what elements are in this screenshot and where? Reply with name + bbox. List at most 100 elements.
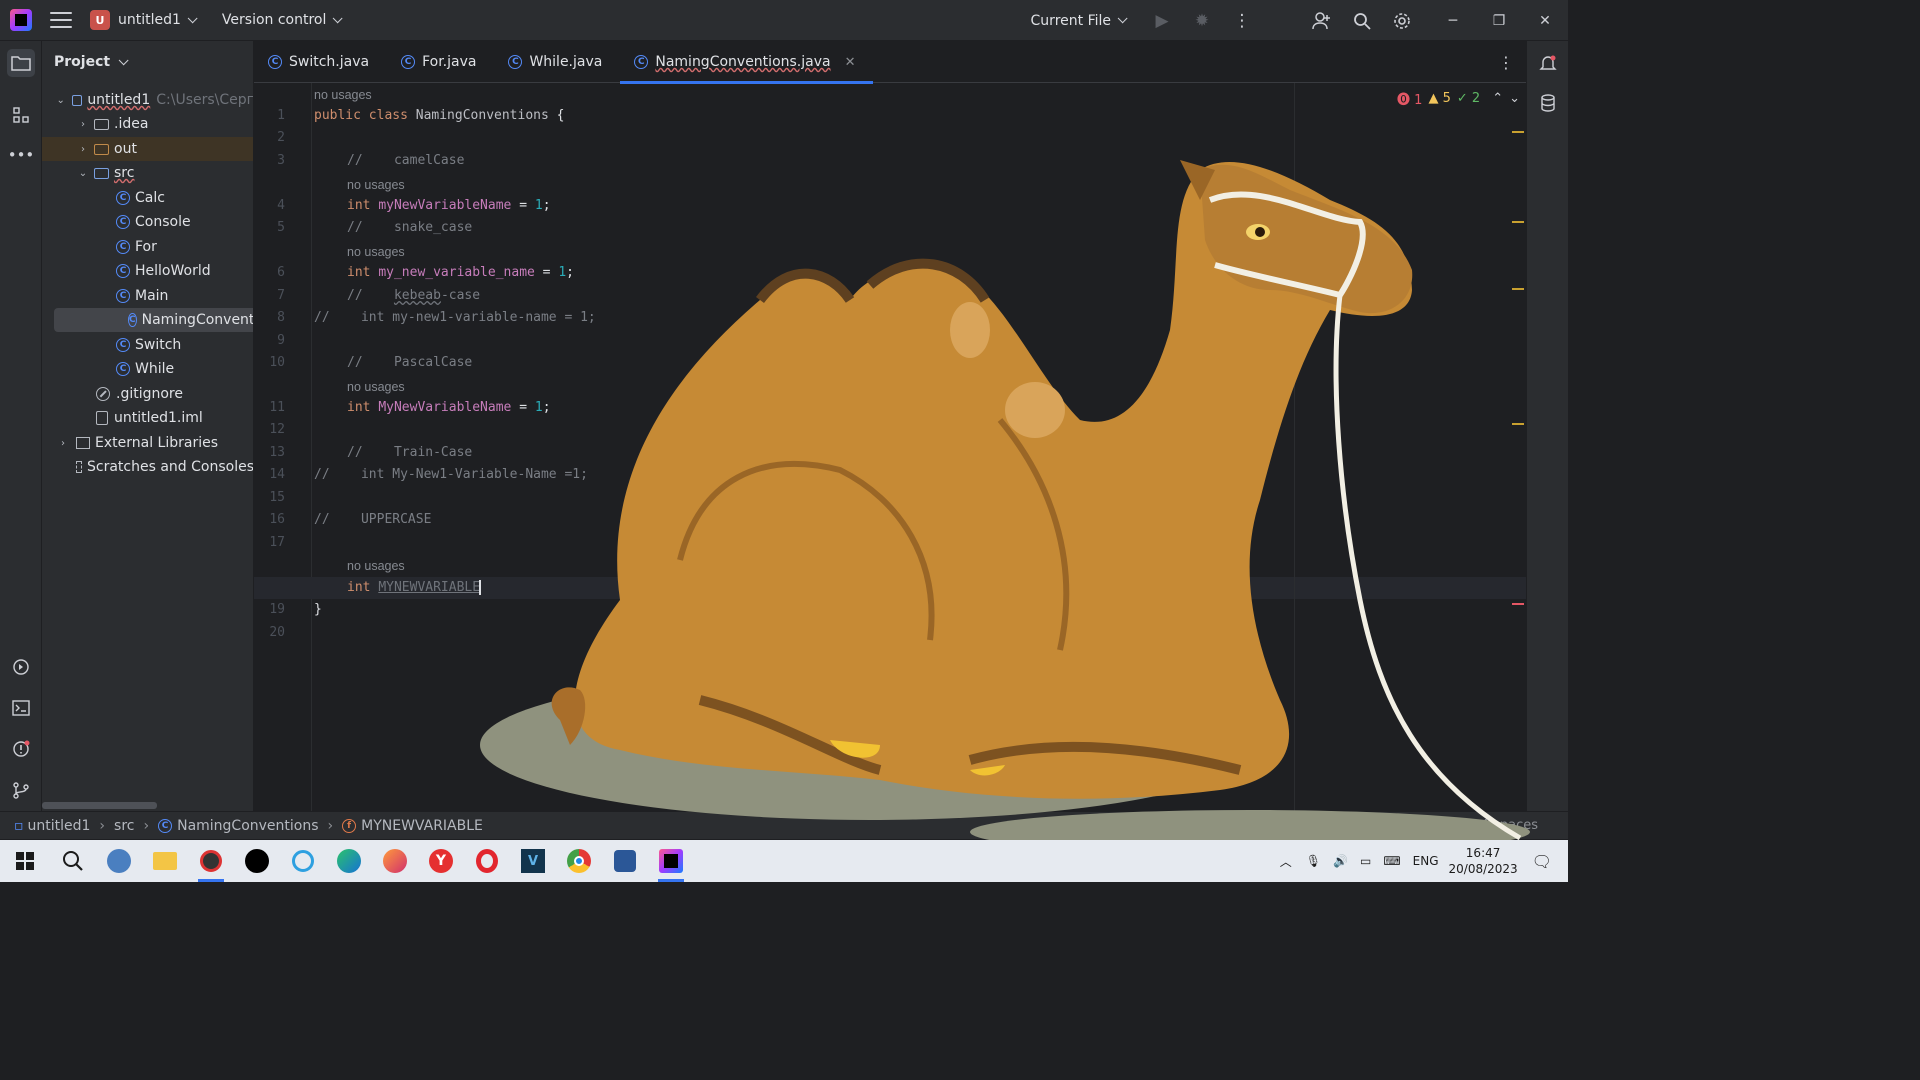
usage-hint[interactable]: no usages [314, 88, 372, 102]
project-panel-header[interactable]: Project [42, 41, 253, 83]
breadcrumb-field[interactable]: MYNEWVARIABLE [361, 818, 483, 834]
warning-count[interactable]: ▲ 5 [1428, 91, 1450, 106]
git-icon[interactable] [7, 776, 35, 804]
vim-icon[interactable]: V [510, 840, 556, 882]
project-folder-icon[interactable] [7, 49, 35, 77]
restore-icon[interactable]: ❐ [1476, 0, 1522, 41]
microphone-icon[interactable]: 🎙 [1306, 854, 1321, 868]
tree-item-while[interactable]: C While [42, 357, 253, 381]
intellij-taskbar-icon[interactable] [648, 840, 694, 882]
word-icon[interactable] [602, 840, 648, 882]
taskbar-app-icon[interactable] [96, 840, 142, 882]
tab-namingconventions[interactable]: C NamingConventions.java ✕ [620, 41, 874, 84]
tab-for[interactable]: C For.java [387, 41, 494, 83]
error-marker[interactable] [1512, 603, 1524, 605]
notifications-bell-icon[interactable] [1534, 49, 1562, 77]
language-indicator[interactable]: ENG [1413, 854, 1439, 868]
warning-marker[interactable] [1512, 423, 1524, 425]
tree-item-root[interactable]: ⌄ untitled1 C:\Users\Серг [42, 88, 253, 112]
windows-start-icon[interactable] [0, 840, 50, 882]
close-icon[interactable]: ✕ [1522, 0, 1568, 41]
main-menu-button[interactable] [50, 12, 72, 28]
tree-item-src[interactable]: ⌄ src [42, 161, 253, 185]
tree-item-for[interactable]: C For [42, 235, 253, 259]
tree-item-idea[interactable]: › .idea [42, 112, 253, 136]
debug-icon[interactable]: ✹ [1182, 0, 1222, 41]
tray-expand-icon[interactable]: ︿ [1280, 853, 1292, 870]
file-encoding[interactable]: UTF-8 [1427, 818, 1465, 833]
taskbar-recorder-icon[interactable] [188, 840, 234, 882]
firefox-icon[interactable] [372, 840, 418, 882]
keyboard-icon[interactable]: ⌨ [1383, 854, 1400, 868]
tabs-more-icon[interactable]: ⋮ [1498, 53, 1514, 72]
usage-hint[interactable]: no usages [347, 178, 405, 192]
warning-marker[interactable] [1512, 288, 1524, 290]
tree-item-gitignore[interactable]: .gitignore [42, 382, 253, 406]
terminal-icon[interactable] [7, 694, 35, 722]
line-separator[interactable]: CRLF [1378, 818, 1411, 833]
tree-item-switch[interactable]: C Switch [42, 333, 253, 357]
file-explorer-icon[interactable] [142, 840, 188, 882]
project-badge[interactable]: U [90, 10, 110, 30]
prev-highlight-icon[interactable]: ⌃ [1492, 91, 1503, 106]
tree-item-iml[interactable]: untitled1.iml [42, 406, 253, 430]
chevron-right-icon[interactable]: › [76, 117, 90, 131]
inspection-widget[interactable]: ⓿ 1 ▲ 5 ✓ 2 ⌃ ⌄ [1397, 89, 1520, 108]
horizontal-scrollbar[interactable] [42, 802, 157, 809]
chrome-icon[interactable] [556, 840, 602, 882]
problems-icon[interactable] [7, 735, 35, 763]
more-tools-icon[interactable]: ••• [7, 141, 35, 169]
battery-icon[interactable]: ▭ [1360, 854, 1371, 868]
tree-item-external-libraries[interactable]: › External Libraries [42, 431, 253, 455]
tree-item-console[interactable]: C Console [42, 210, 253, 234]
usage-hint[interactable]: no usages [347, 380, 405, 394]
weak-warning-count[interactable]: ✓ 2 [1457, 91, 1480, 106]
error-count[interactable]: ⓿ 1 [1397, 89, 1422, 108]
volume-icon[interactable]: 🔊 [1333, 854, 1348, 868]
warning-marker[interactable] [1512, 131, 1524, 133]
run-config-selector[interactable]: Current File [1023, 0, 1128, 41]
minimize-icon[interactable]: ─ [1430, 0, 1476, 41]
error-stripe[interactable] [1510, 83, 1526, 811]
project-selector[interactable]: untitled1 [110, 0, 198, 40]
tiktok-icon[interactable] [234, 840, 280, 882]
tree-item-helloworld[interactable]: C HelloWorld [42, 259, 253, 283]
edge-icon[interactable] [326, 840, 372, 882]
yandex-icon[interactable]: Y [418, 840, 464, 882]
breadcrumb-project[interactable]: untitled1 [28, 818, 91, 834]
chevron-down-icon[interactable]: ⌄ [76, 166, 90, 180]
intellij-logo-icon[interactable] [10, 9, 32, 31]
chevron-right-icon[interactable]: › [76, 142, 90, 156]
chevron-down-icon[interactable]: ⌄ [56, 93, 66, 107]
run-icon[interactable]: ▶ [1142, 0, 1182, 41]
add-user-icon[interactable] [1302, 0, 1342, 41]
notification-center-icon[interactable]: 🗨 [1532, 852, 1552, 871]
tree-item-out[interactable]: › out [42, 137, 253, 161]
more-actions-icon[interactable]: ⋮ [1222, 0, 1262, 41]
breadcrumb-class[interactable]: NamingConventions [177, 818, 318, 834]
tab-while[interactable]: C While.java [494, 41, 620, 83]
search-icon[interactable] [1342, 0, 1382, 41]
clock[interactable]: 16:47 20/08/2023 [1449, 845, 1518, 877]
vcs-selector[interactable]: Version control [214, 0, 343, 40]
breadcrumb-folder[interactable]: src [114, 818, 134, 834]
services-icon[interactable] [7, 653, 35, 681]
close-tab-icon[interactable]: ✕ [845, 55, 856, 70]
indent-setting[interactable]: 4 spaces [1481, 818, 1538, 833]
usage-hint[interactable]: no usages [347, 245, 405, 259]
settings-gear-icon[interactable] [1382, 0, 1422, 41]
code-area[interactable]: no usages public class NamingConventions… [254, 83, 1526, 811]
tab-switch[interactable]: C Switch.java [254, 41, 387, 83]
structure-icon[interactable] [7, 101, 35, 129]
tree-item-calc[interactable]: C Calc [42, 186, 253, 210]
taskbar-search-icon[interactable] [50, 840, 96, 882]
chevron-right-icon[interactable]: › [56, 436, 70, 450]
tree-item-scratches[interactable]: Scratches and Consoles [42, 455, 253, 479]
usage-hint[interactable]: no usages [347, 559, 405, 573]
database-icon[interactable] [1534, 89, 1562, 117]
tree-item-main[interactable]: C Main [42, 284, 253, 308]
internet-explorer-icon[interactable] [280, 840, 326, 882]
tree-item-namingconventions[interactable]: C NamingConventions [54, 308, 253, 332]
opera-icon[interactable] [464, 840, 510, 882]
warning-marker[interactable] [1512, 221, 1524, 223]
